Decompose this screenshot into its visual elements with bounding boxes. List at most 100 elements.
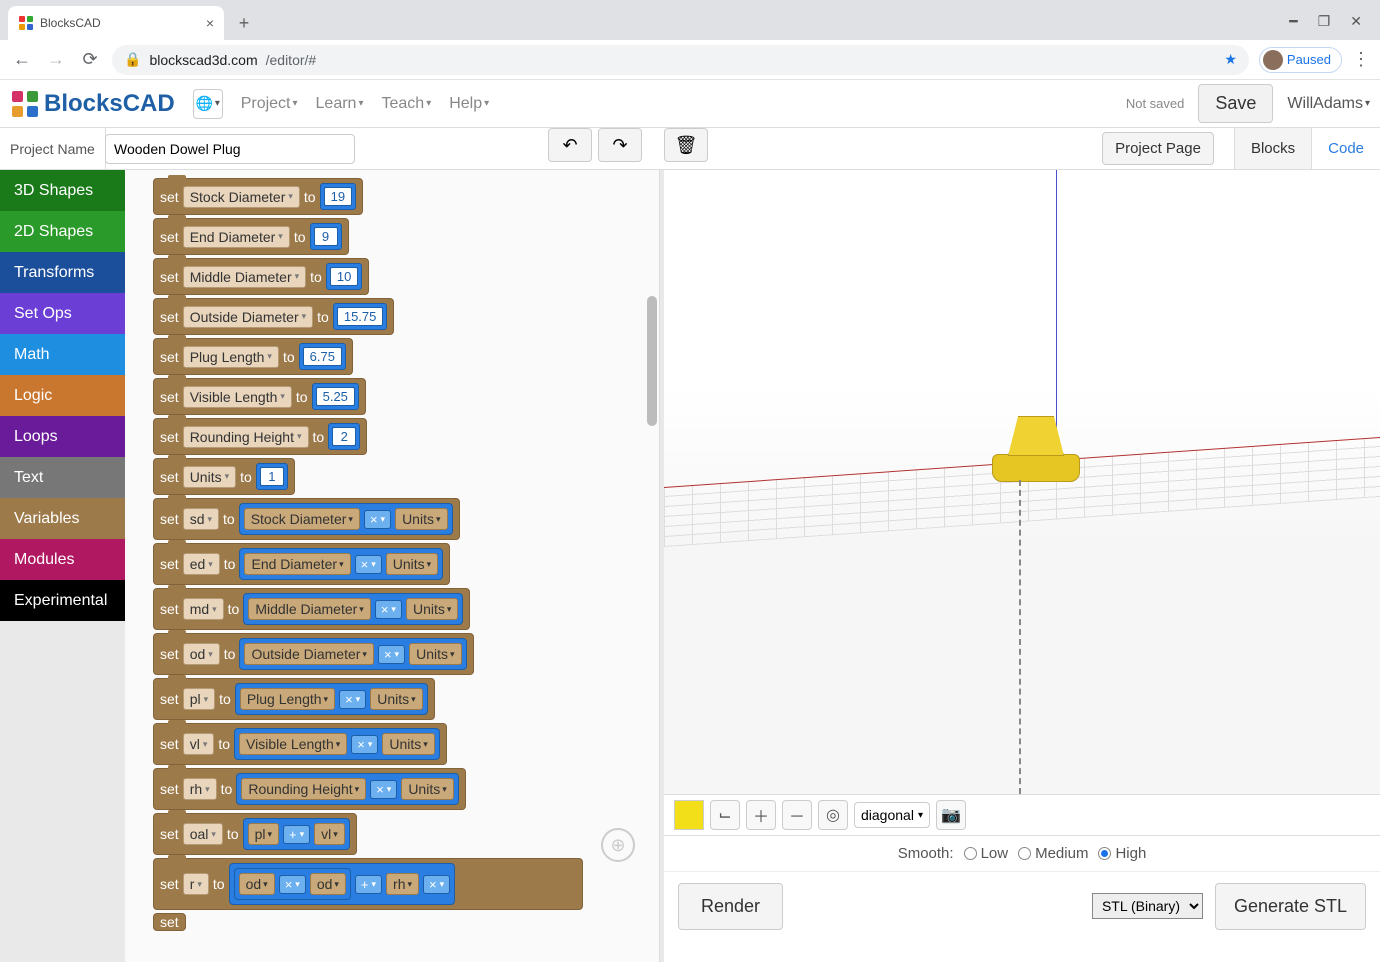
- operator-chip[interactable]: ×▾: [364, 510, 391, 529]
- var-ref[interactable]: Units▾: [406, 598, 458, 620]
- var-chip[interactable]: rh▾: [183, 778, 217, 800]
- scrollbar-thumb[interactable]: [647, 296, 657, 426]
- math-expression[interactable]: pl▾+▾vl▾: [243, 818, 350, 850]
- color-swatch[interactable]: [674, 800, 704, 830]
- tab-code[interactable]: Code: [1311, 128, 1380, 169]
- set-block[interactable]: setUnits▾to1: [153, 458, 295, 495]
- math-expression[interactable]: Plug Length▾×▾Units▾: [235, 683, 428, 715]
- operator-chip[interactable]: ×▾: [375, 600, 402, 619]
- var-ref[interactable]: rh▾: [386, 873, 419, 895]
- var-chip[interactable]: Stock Diameter▾: [183, 186, 300, 208]
- var-ref[interactable]: Units▾: [409, 643, 461, 665]
- var-ref[interactable]: Units▾: [386, 553, 438, 575]
- user-menu[interactable]: WillAdams▾: [1287, 95, 1370, 113]
- var-chip[interactable]: Units▾: [183, 466, 236, 488]
- math-expression[interactable]: od▾×▾od▾+▾rh▾×▾: [229, 863, 456, 905]
- menu-teach[interactable]: Teach▾: [381, 95, 431, 113]
- var-chip[interactable]: ed▾: [183, 553, 220, 575]
- set-block[interactable]: setEnd Diameter▾to9: [153, 218, 349, 255]
- var-chip[interactable]: md▾: [183, 598, 224, 620]
- cat-transforms[interactable]: Transforms: [0, 252, 125, 293]
- menu-project[interactable]: Project▾: [241, 95, 298, 113]
- var-chip[interactable]: od▾: [183, 643, 220, 665]
- trash-button[interactable]: 🗑: [664, 128, 708, 162]
- var-ref[interactable]: End Diameter▾: [244, 553, 350, 575]
- reload-button[interactable]: ⟳: [78, 48, 102, 72]
- var-ref[interactable]: Middle Diameter▾: [248, 598, 370, 620]
- set-block[interactable]: setr▾to od▾×▾od▾+▾rh▾×▾: [153, 858, 583, 910]
- set-block[interactable]: set: [153, 913, 186, 931]
- math-expression[interactable]: Middle Diameter▾ ×▾Units▾: [243, 593, 463, 625]
- view-angle-select[interactable]: diagonal▾: [854, 802, 930, 828]
- number-input[interactable]: 6.75: [299, 343, 346, 370]
- cat-variables[interactable]: Variables: [0, 498, 125, 539]
- cat-2d-shapes[interactable]: 2D Shapes: [0, 211, 125, 252]
- var-chip[interactable]: pl▾: [183, 688, 215, 710]
- var-chip[interactable]: oal▾: [183, 823, 223, 845]
- camera-button[interactable]: 📷: [936, 800, 966, 830]
- var-ref[interactable]: Units▾: [401, 778, 453, 800]
- operator-chip[interactable]: ×▾: [279, 875, 306, 894]
- minimize-icon[interactable]: ━: [1289, 13, 1297, 30]
- cat-modules[interactable]: Modules: [0, 539, 125, 580]
- maximize-icon[interactable]: ❐: [1318, 13, 1331, 30]
- export-format-select[interactable]: STL (Binary): [1092, 893, 1203, 919]
- undo-button[interactable]: ↶: [548, 128, 592, 162]
- tab-blocks[interactable]: Blocks: [1234, 128, 1311, 169]
- operator-chip[interactable]: +▾: [355, 875, 382, 894]
- redo-button[interactable]: ↷: [598, 128, 642, 162]
- project-page-button[interactable]: Project Page: [1102, 132, 1214, 165]
- operator-chip[interactable]: ×▾: [339, 690, 366, 709]
- profile-button[interactable]: Paused: [1259, 47, 1342, 73]
- set-block[interactable]: setOutside Diameter▾to15.75: [153, 298, 394, 335]
- math-expression[interactable]: Rounding Height▾×▾Units▾: [236, 773, 458, 805]
- number-input[interactable]: 1: [256, 463, 288, 490]
- reset-view-button[interactable]: ◎: [818, 800, 848, 830]
- number-input[interactable]: 15.75: [333, 303, 388, 330]
- number-input[interactable]: 2: [328, 423, 360, 450]
- set-block[interactable]: setStock Diameter▾to19: [153, 178, 363, 215]
- var-ref[interactable]: Outside Diameter▾: [244, 643, 373, 665]
- var-chip[interactable]: Visible Length▾: [183, 386, 292, 408]
- var-chip[interactable]: r▾: [183, 873, 209, 895]
- project-name-input[interactable]: [105, 134, 355, 164]
- close-tab-icon[interactable]: ×: [206, 15, 214, 31]
- language-button[interactable]: 🌐▾: [193, 89, 223, 119]
- number-input[interactable]: 19: [320, 183, 356, 210]
- smooth-medium[interactable]: Medium: [1018, 845, 1088, 862]
- operator-chip[interactable]: ×▾: [351, 735, 378, 754]
- var-chip[interactable]: vl▾: [183, 733, 215, 755]
- cat-text[interactable]: Text: [0, 457, 125, 498]
- var-chip[interactable]: sd▾: [183, 508, 219, 530]
- set-block[interactable]: seted▾to End Diameter▾×▾Units▾: [153, 543, 450, 585]
- close-window-icon[interactable]: ✕: [1350, 13, 1362, 30]
- 3d-viewport[interactable]: [664, 170, 1380, 794]
- smooth-low[interactable]: Low: [964, 845, 1009, 862]
- var-ref[interactable]: Rounding Height▾: [241, 778, 366, 800]
- operator-chip[interactable]: ×▾: [355, 555, 382, 574]
- operator-chip[interactable]: ×▾: [423, 875, 450, 894]
- cat-3d-shapes[interactable]: 3D Shapes: [0, 170, 125, 211]
- var-chip[interactable]: End Diameter▾: [183, 226, 290, 248]
- set-block[interactable]: setoal▾to pl▾+▾vl▾: [153, 813, 357, 855]
- operator-chip[interactable]: +▾: [283, 825, 310, 844]
- set-block[interactable]: setMiddle Diameter▾to10: [153, 258, 369, 295]
- math-expression[interactable]: Outside Diameter▾×▾Units▾: [239, 638, 466, 670]
- var-chip[interactable]: Rounding Height▾: [183, 426, 309, 448]
- set-block[interactable]: setpl▾to Plug Length▾×▾Units▾: [153, 678, 435, 720]
- zoom-in-button[interactable]: ＋: [746, 800, 776, 830]
- var-ref[interactable]: od▾: [239, 873, 275, 895]
- cat-loops[interactable]: Loops: [0, 416, 125, 457]
- math-expression[interactable]: Stock Diameter▾×▾Units▾: [239, 503, 453, 535]
- cat-math[interactable]: Math: [0, 334, 125, 375]
- forward-button[interactable]: →: [44, 48, 68, 72]
- save-button[interactable]: Save: [1198, 84, 1273, 123]
- var-ref[interactable]: pl▾: [248, 823, 279, 845]
- var-ref[interactable]: Units▾: [370, 688, 422, 710]
- axes-toggle[interactable]: ⌙: [710, 800, 740, 830]
- address-bar[interactable]: 🔒 blockscad3d.com/editor/# ★: [112, 45, 1249, 75]
- cat-set-ops[interactable]: Set Ops: [0, 293, 125, 334]
- var-ref[interactable]: Stock Diameter▾: [244, 508, 360, 530]
- smooth-high[interactable]: High: [1098, 845, 1146, 862]
- set-block[interactable]: setod▾to Outside Diameter▾×▾Units▾: [153, 633, 474, 675]
